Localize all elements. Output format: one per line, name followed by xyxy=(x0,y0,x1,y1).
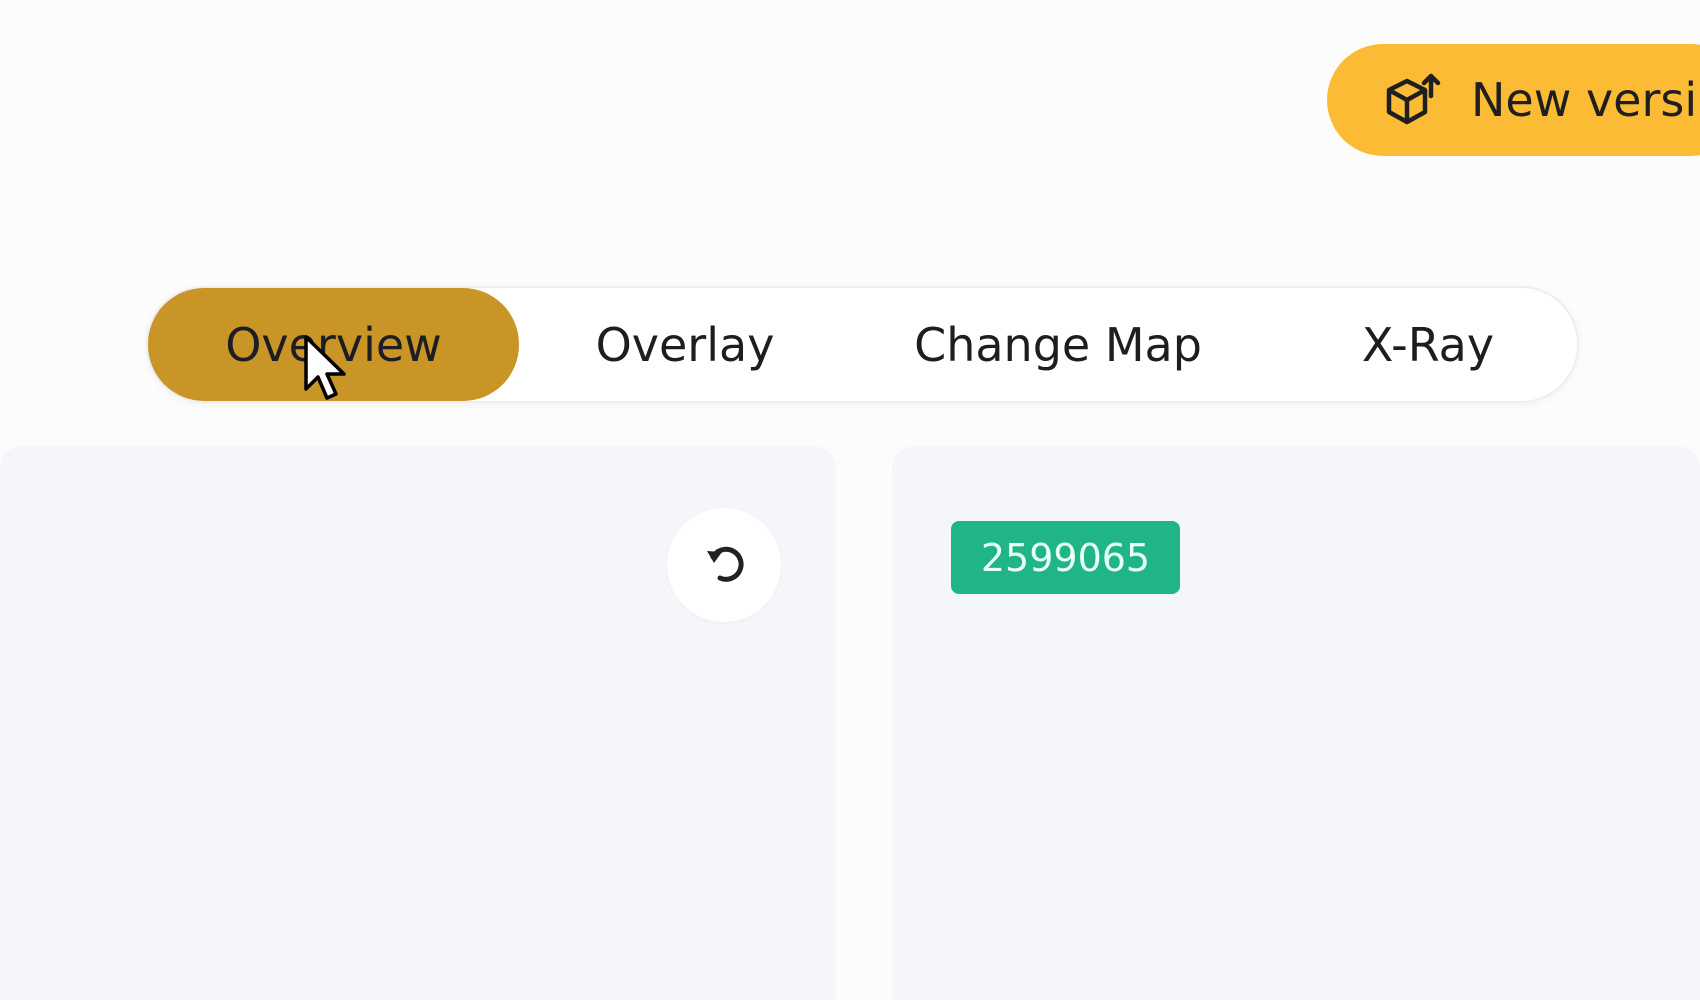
mouse-cursor-icon xyxy=(302,334,350,404)
tab-overlay[interactable]: Overlay xyxy=(560,288,810,401)
refresh-button[interactable] xyxy=(667,508,781,622)
id-badge: 2599065 xyxy=(951,521,1180,594)
package-upgrade-icon xyxy=(1381,70,1441,130)
new-version-button[interactable]: New versi xyxy=(1327,44,1700,156)
tab-change-map[interactable]: Change Map xyxy=(868,288,1248,401)
tab-x-ray[interactable]: X-Ray xyxy=(1328,288,1528,401)
refresh-icon xyxy=(700,539,748,591)
view-mode-tabs: Overview Overlay Change Map X-Ray xyxy=(146,286,1579,403)
new-version-label: New versi xyxy=(1471,73,1698,127)
